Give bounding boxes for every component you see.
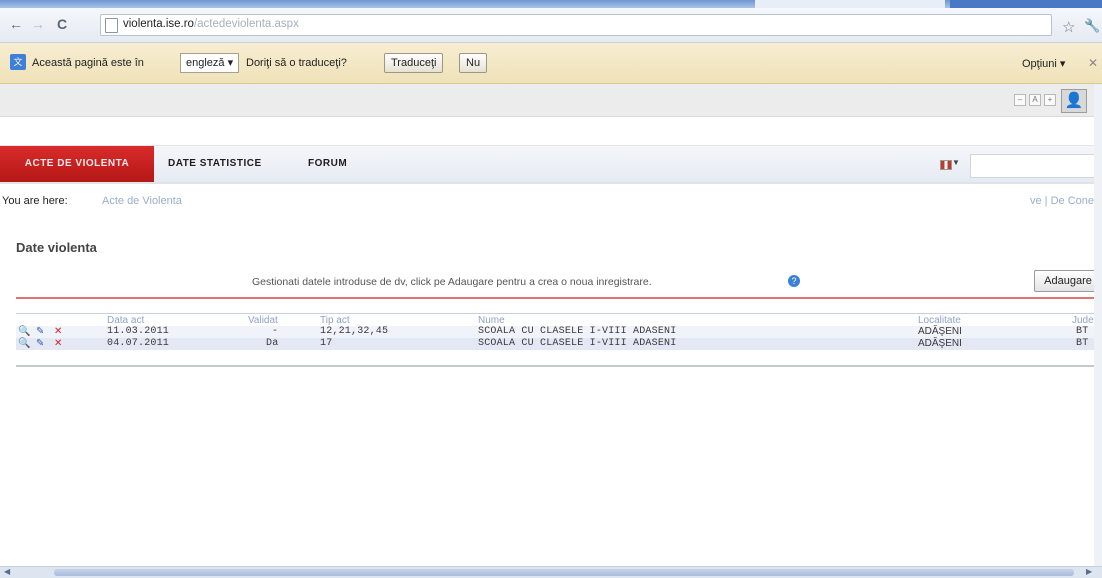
- tab-forum[interactable]: FORUM: [308, 146, 347, 182]
- horizontal-scrollbar[interactable]: ◀ ▶: [0, 566, 1102, 578]
- browser-tab-strip: [0, 0, 1102, 8]
- help-icon[interactable]: ?: [788, 275, 800, 287]
- translate-icon: 文: [10, 54, 26, 70]
- tab-date-statistice[interactable]: DATE STATISTICE: [168, 146, 262, 182]
- column-header-locality[interactable]: Localitate: [918, 315, 961, 326]
- instructions-text: Gestionati datele introduse de dv, click…: [252, 276, 652, 288]
- language-select[interactable]: engleză ▾: [180, 53, 240, 73]
- tab-acte-de-violenta[interactable]: ACTE DE VIOLENTA: [0, 146, 154, 182]
- cell-date: 11.03.2011: [107, 326, 170, 337]
- reload-icon[interactable]: C: [54, 16, 70, 32]
- table-row: 🔍 ✎ ✕ 04.07.2011 Da 17 SCOALA CU CLASELE…: [16, 338, 1102, 350]
- cell-validated: -: [272, 326, 279, 337]
- wrench-icon[interactable]: 🔧: [1084, 18, 1100, 34]
- translate-options-menu[interactable]: Opţiuni ▾: [1022, 57, 1065, 70]
- cell-validated: Da: [266, 338, 279, 349]
- breadcrumb-link[interactable]: Acte de Violenta: [102, 195, 182, 207]
- add-button[interactable]: Adaugare: [1034, 270, 1102, 292]
- browser-toolbar: ← → C violenta.ise.ro/actedeviolenta.asp…: [0, 8, 1102, 43]
- column-header-type[interactable]: Tip act: [320, 315, 350, 326]
- url-path: /actedeviolenta.aspx: [193, 18, 299, 30]
- search-input[interactable]: [970, 154, 1102, 178]
- view-icon[interactable]: 🔍: [18, 338, 30, 350]
- font-increase-icon[interactable]: +: [1044, 94, 1056, 106]
- cell-date: 04.07.2011: [107, 338, 170, 349]
- cell-type: 17: [320, 338, 333, 349]
- translate-button[interactable]: Traduceţi: [384, 53, 444, 73]
- back-arrow-icon[interactable]: ←: [8, 16, 24, 32]
- column-header-name[interactable]: Nume: [478, 315, 505, 326]
- url-text: violenta.ise.ro/actedeviolenta.aspx: [123, 18, 299, 30]
- table-bottom-border: [16, 365, 1102, 367]
- cell-county: BT: [1076, 326, 1089, 337]
- cell-name: SCOALA CU CLASELE I-VIII ADASENI: [478, 326, 677, 337]
- language-flag-icon[interactable]: [940, 160, 952, 170]
- column-header-county[interactable]: Judet: [1072, 315, 1096, 326]
- scroll-left-icon[interactable]: ◀: [4, 567, 10, 576]
- table-header: Data act Validat Tip act Nume Localitate…: [16, 313, 1102, 326]
- page-icon: [105, 18, 118, 33]
- page-title: Date violenta: [16, 240, 97, 255]
- address-bar[interactable]: violenta.ise.ro/actedeviolenta.aspx: [100, 14, 1052, 36]
- breadcrumb: You are here: Acte de Violenta ve | De C…: [0, 192, 1102, 212]
- cell-name: SCOALA CU CLASELE I-VIII ADASENI: [478, 338, 677, 349]
- site-header-band: – A + 👤: [0, 84, 1102, 117]
- font-reset-icon[interactable]: A: [1029, 94, 1041, 106]
- cell-county: BT: [1076, 338, 1089, 349]
- url-host: violenta.ise.ro: [123, 18, 194, 30]
- scrollbar-thumb[interactable]: [54, 569, 1074, 576]
- font-decrease-icon[interactable]: –: [1014, 94, 1026, 106]
- avatar[interactable]: 👤: [1061, 89, 1087, 113]
- close-icon[interactable]: ✕: [1088, 56, 1098, 70]
- delete-x-icon[interactable]: ✕: [54, 326, 62, 338]
- translate-bar: 文 Această pagină este în engleză ▾ Doriţ…: [0, 43, 1102, 84]
- forward-arrow-icon[interactable]: →: [30, 16, 46, 32]
- delete-x-icon[interactable]: ✕: [54, 338, 62, 350]
- edit-pencil-icon[interactable]: ✎: [36, 326, 44, 338]
- column-header-date[interactable]: Data act: [107, 315, 144, 326]
- login-links[interactable]: ve | De Conec: [1030, 195, 1100, 207]
- cell-locality: ADĂŞENI: [918, 326, 962, 337]
- browser-window-controls[interactable]: [950, 0, 1102, 8]
- vertical-scrollbar[interactable]: [1094, 84, 1102, 566]
- no-translate-button[interactable]: Nu: [459, 53, 488, 73]
- chevron-down-icon[interactable]: ▼: [952, 158, 960, 167]
- language-select-value: engleză: [186, 57, 225, 69]
- table-row: 🔍 ✎ ✕ 11.03.2011 - 12,21,32,45 SCOALA CU…: [16, 326, 1102, 338]
- main-navigation: ACTE DE VIOLENTA DATE STATISTICE FORUM ▼: [0, 145, 1102, 184]
- cell-type: 12,21,32,45: [320, 326, 389, 337]
- edit-pencil-icon[interactable]: ✎: [36, 338, 44, 350]
- breadcrumb-label: You are here:: [2, 195, 68, 207]
- translate-message: Această pagină este în: [32, 57, 144, 69]
- scroll-right-icon[interactable]: ▶: [1086, 567, 1092, 576]
- column-header-validated[interactable]: Validat: [248, 315, 278, 326]
- browser-tab[interactable]: [755, 0, 945, 8]
- cell-locality: ADĂŞENI: [918, 338, 962, 349]
- translate-question: Doriţi să o traduceţi?: [246, 57, 347, 69]
- divider: [16, 297, 1102, 299]
- view-icon[interactable]: 🔍: [18, 326, 30, 338]
- translate-options-label: Opţiuni: [1022, 58, 1057, 70]
- bookmark-star-icon[interactable]: ☆: [1062, 18, 1075, 36]
